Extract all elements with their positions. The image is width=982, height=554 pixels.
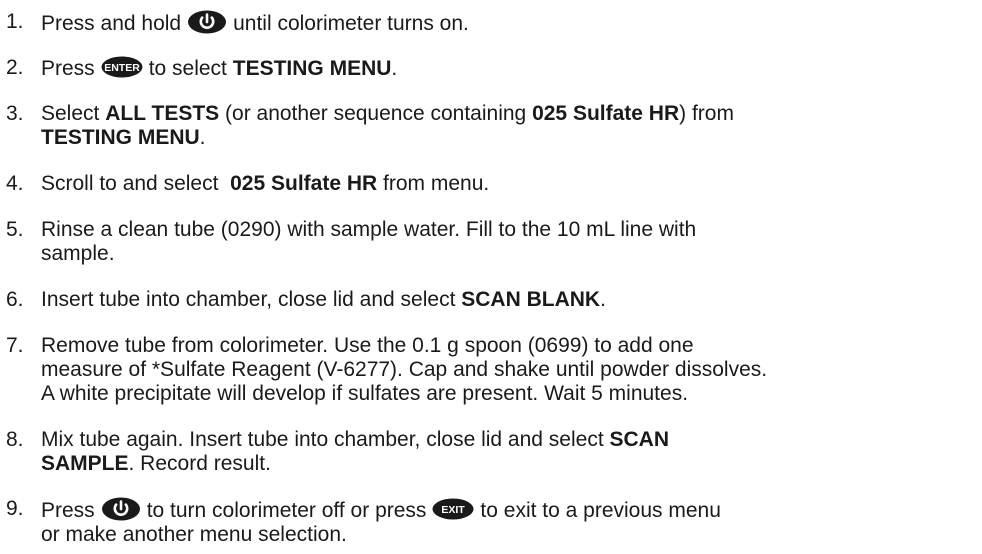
step-text: Press and hold until colorimeter turns o…: [41, 10, 469, 35]
step-number: 1.: [6, 10, 24, 33]
step-number: 9.: [6, 497, 24, 520]
step-number: 6.: [6, 288, 24, 311]
step-number: 3.: [6, 102, 24, 125]
step-text: Press to turn colorimeter off or press E…: [41, 497, 721, 546]
step-number: 4.: [6, 172, 24, 195]
step-text: Scroll to and select 025 Sulfate HR from…: [41, 172, 490, 195]
step-number: 5.: [6, 218, 24, 241]
svg-text:ENTER: ENTER: [104, 62, 140, 74]
step-text: Remove tube from colorimeter. Use the 0.…: [41, 334, 768, 405]
step-number: 7.: [6, 334, 24, 357]
enter-key-icon: ENTER: [101, 56, 143, 78]
step-number: 2.: [6, 56, 24, 79]
power-icon: [101, 497, 140, 521]
step-text: Insert tube into chamber, close lid and …: [41, 288, 606, 311]
step-text: Rinse a clean tube (0290) with sample wa…: [41, 218, 697, 265]
step-text: Press ENTER to select TESTING MENU.: [41, 56, 398, 80]
svg-text:EXIT: EXIT: [442, 504, 466, 516]
step-text: Select ALL TESTS (or another sequence co…: [41, 102, 734, 149]
step-number: 8.: [6, 428, 24, 451]
step-text: Mix tube again. Insert tube into chamber…: [41, 428, 670, 475]
exit-key-icon: EXIT: [432, 498, 474, 520]
power-icon: [188, 10, 227, 34]
